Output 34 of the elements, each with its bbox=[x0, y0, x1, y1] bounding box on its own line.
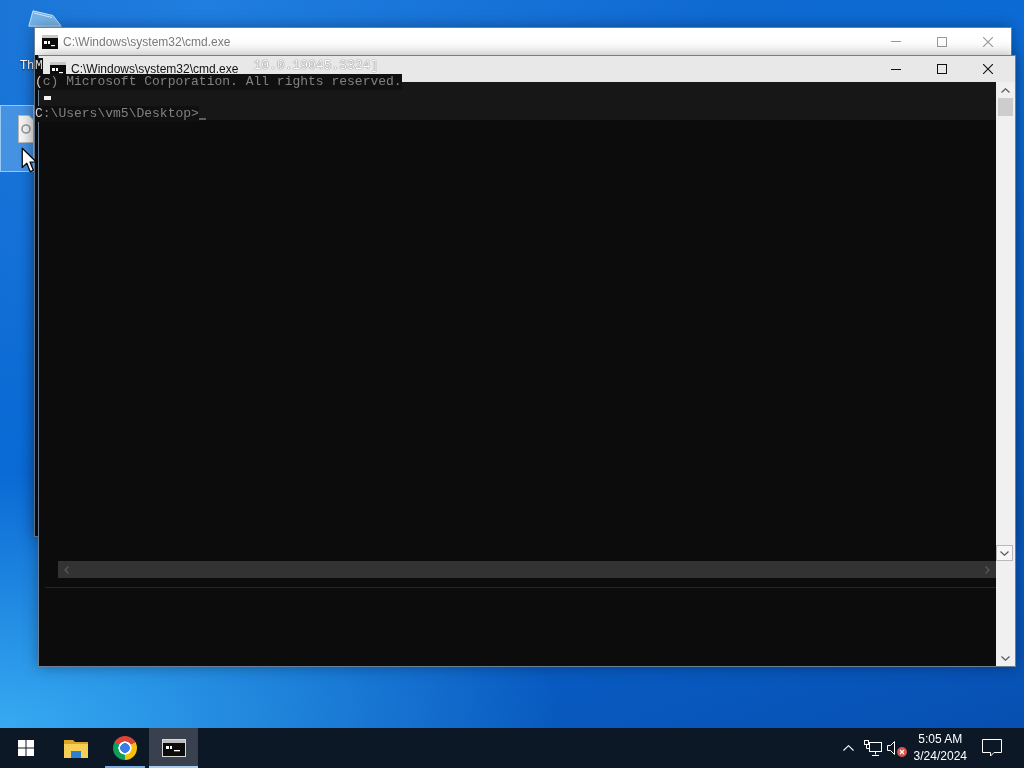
clock[interactable]: 5:05 AM 3/24/2024 bbox=[908, 731, 972, 765]
scrollbar-thumb[interactable] bbox=[998, 98, 1013, 116]
console-text: C bbox=[35, 106, 43, 122]
window-title: C:\Windows\system32\cmd.exe bbox=[71, 62, 239, 76]
minimize-icon bbox=[891, 68, 901, 70]
close-icon bbox=[983, 36, 993, 47]
desktop-icon[interactable] bbox=[28, 10, 62, 27]
console-text: c) Microsoft Corporation. All rights reserved. bbox=[42, 74, 402, 90]
maximize-icon bbox=[937, 36, 947, 47]
window-title: C:\Windows\system32\cmd.exe bbox=[63, 34, 231, 49]
taskbar-button[interactable] bbox=[149, 728, 198, 768]
scroll-down-button[interactable] bbox=[996, 545, 1013, 561]
vertical-scrollbar[interactable] bbox=[996, 82, 1015, 666]
console-text: M bbox=[35, 58, 43, 74]
file-icon bbox=[18, 115, 34, 143]
close-icon bbox=[983, 64, 993, 74]
text-cursor-icon bbox=[198, 118, 206, 120]
browser-icon bbox=[112, 736, 137, 760]
desktop-shortcut[interactable] bbox=[0, 105, 34, 172]
console-icon bbox=[42, 34, 58, 49]
maximize-icon bbox=[937, 64, 947, 74]
minimize-icon bbox=[891, 41, 901, 42]
chevron-down-icon[interactable] bbox=[1001, 655, 1010, 661]
console-text: ( bbox=[35, 74, 43, 90]
notification-icon[interactable] bbox=[982, 739, 1002, 757]
text-cursor-icon bbox=[44, 96, 51, 100]
windows-logo-icon bbox=[17, 740, 34, 756]
chevron-down-icon bbox=[1000, 550, 1009, 556]
folder-icon bbox=[63, 738, 88, 758]
console-text: :\Users\vm5\Desktop> bbox=[42, 106, 199, 122]
console-icon bbox=[161, 739, 186, 757]
volume-muted-icon[interactable] bbox=[886, 739, 907, 757]
network-icon[interactable] bbox=[863, 740, 882, 756]
desktop-shortcut[interactable]: Th bbox=[16, 57, 35, 74]
